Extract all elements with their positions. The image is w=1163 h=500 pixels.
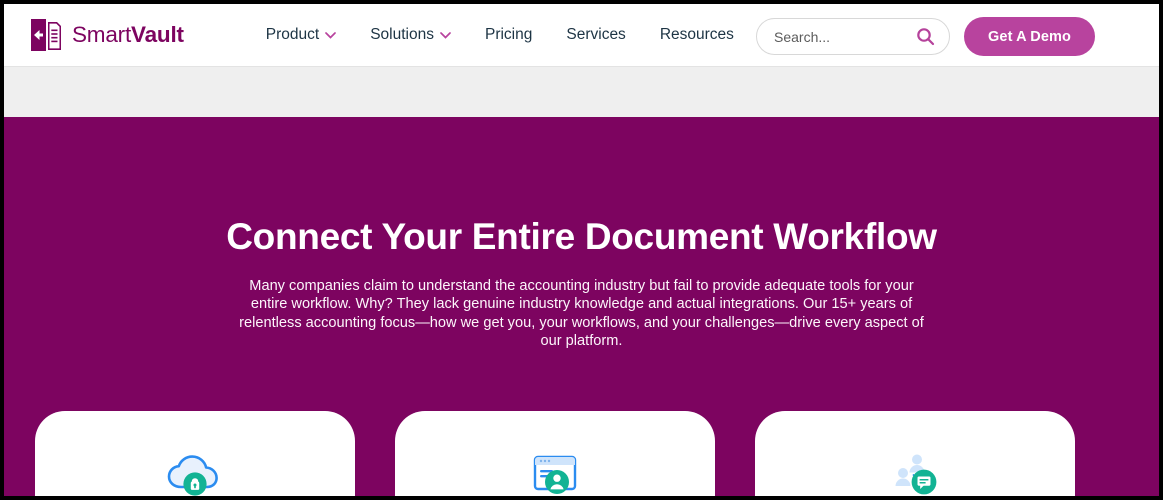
cloud-lock-icon (167, 455, 218, 496)
site-header: SmartVault Product Solutions Pricing Ser… (4, 4, 1159, 66)
nav-item-product[interactable]: Product (265, 26, 337, 44)
search-input[interactable] (774, 28, 916, 45)
people-chat-icon (895, 454, 937, 495)
client-portal-user-icon (533, 455, 577, 494)
page-title: Connect Your Entire Document Workflow (226, 216, 937, 257)
vault-door-document-icon (31, 19, 61, 51)
page-root: SmartVault Product Solutions Pricing Ser… (4, 4, 1159, 496)
nav-item-pricing[interactable]: Pricing (485, 26, 532, 44)
get-a-demo-button[interactable]: Get A Demo (964, 17, 1095, 56)
smartvault-logo[interactable]: SmartVault (29, 17, 184, 53)
nav-label-resources: Resources (659, 26, 734, 43)
nav-label-pricing: Pricing (484, 26, 533, 43)
hero-section: Connect Your Entire Document Workflow Ma… (4, 117, 1159, 496)
search-box[interactable] (756, 18, 950, 55)
nav-label-product: Product (265, 26, 320, 43)
nav-item-resources[interactable]: Resources (660, 26, 734, 44)
feature-card-1[interactable] (35, 411, 355, 496)
chevron-down-icon (440, 31, 451, 39)
hero-subtitle: Many companies claim to understand the a… (239, 278, 924, 349)
nav-label-solutions: Solutions (370, 26, 434, 43)
nav-item-services[interactable]: Services (566, 26, 625, 44)
main-navigation: Product Solutions Pricing Services Resou… (266, 26, 734, 44)
logo-text-bold: Vault (131, 22, 184, 47)
feature-card-3[interactable] (755, 411, 1075, 496)
nav-item-solutions[interactable]: Solutions (370, 26, 451, 44)
logo-text-light: Smart (72, 22, 132, 47)
feature-card-2[interactable] (395, 411, 715, 496)
secondary-bar (4, 66, 1159, 117)
search-icon[interactable] (916, 27, 935, 46)
logo-wordmark: SmartVault (72, 22, 184, 48)
nav-label-services: Services (566, 26, 626, 43)
chevron-down-icon (325, 31, 337, 39)
